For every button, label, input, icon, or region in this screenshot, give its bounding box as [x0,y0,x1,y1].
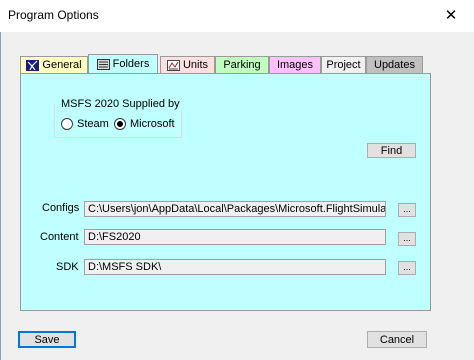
tab-project[interactable]: Project [321,56,366,73]
window-title: Program Options [8,8,99,22]
tab-label: Project [326,59,361,71]
radio-steam[interactable]: Steam [61,118,109,130]
radio-label: Steam [77,118,109,130]
tab-updates[interactable]: Updates [366,56,423,73]
group-legend: MSFS 2020 Supplied by [59,98,182,110]
radio-microsoft[interactable]: Microsoft [114,118,175,130]
general-icon [26,59,40,71]
tab-label: Units [182,59,209,71]
configs-path-field[interactable]: C:\Users\jon\AppData\Local\Packages\Micr… [84,201,386,217]
tab-general[interactable]: General [20,56,88,73]
content-path-field[interactable]: D:\FS2020 [84,229,386,245]
browse-configs-button[interactable]: ... [398,203,416,217]
tab-label: Updates [374,59,415,71]
radio-button[interactable] [61,118,73,130]
cancel-button[interactable]: Cancel [367,331,427,348]
tab-label: Images [276,59,314,71]
window-left-border [0,32,1,360]
title-bar: Program Options ✕ [0,0,474,32]
sdk-path-field[interactable]: D:\MSFS SDK\ [84,259,386,275]
tab-units[interactable]: Units [160,56,215,73]
tab-parking[interactable]: Parking [215,56,269,73]
field-label-configs: Configs [42,202,80,214]
tab-label: General [42,59,82,71]
find-button[interactable]: Find [367,143,416,158]
radio-button[interactable] [114,118,126,130]
close-button[interactable]: ✕ [428,0,474,30]
radio-label: Microsoft [130,118,175,130]
tab-images[interactable]: Images [269,56,321,73]
units-icon [166,59,180,71]
browse-sdk-button[interactable]: ... [398,261,416,275]
browse-content-button[interactable]: ... [398,232,416,246]
save-button[interactable]: Save [18,331,76,348]
field-label-sdk: SDK [56,261,79,273]
tab-folders[interactable]: Folders [88,54,158,73]
tab-label: Folders [112,58,150,70]
tab-strip: General Folders Units Parking Images Pro… [18,54,438,73]
tab-label: Parking [223,59,261,71]
field-label-content: Content [40,231,79,243]
folders-icon [96,58,110,70]
